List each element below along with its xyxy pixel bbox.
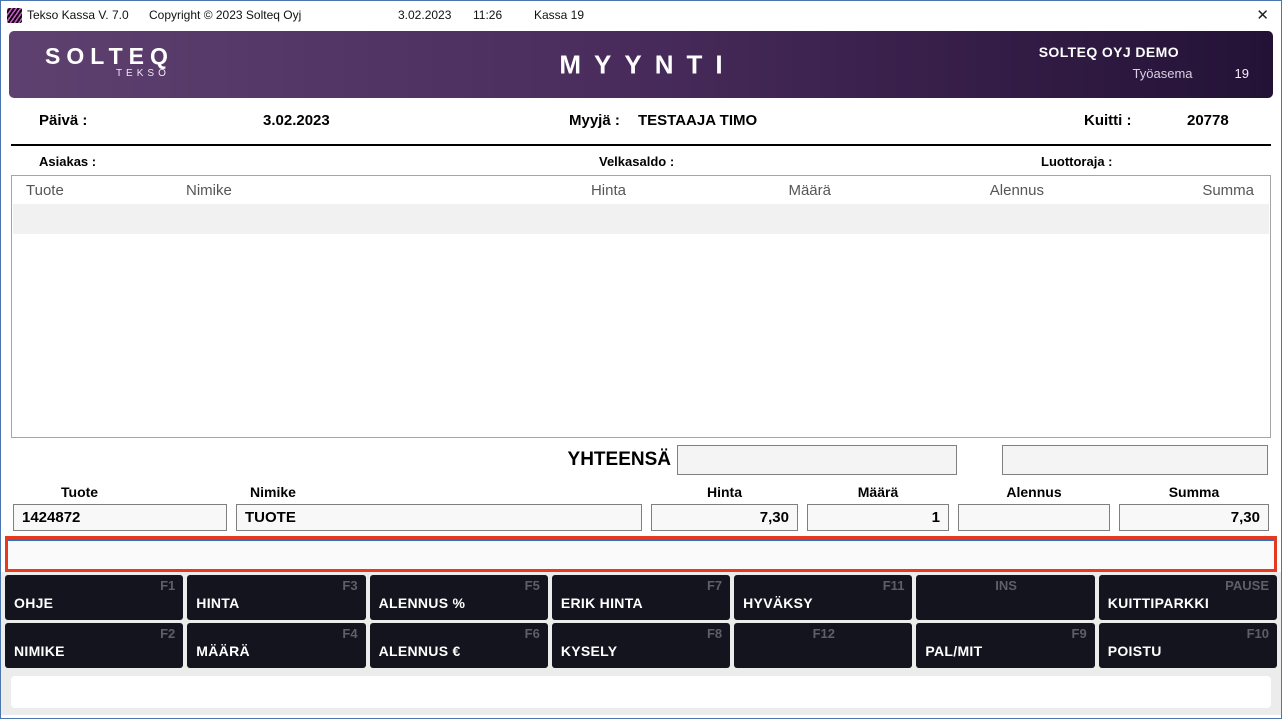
fkey-hint: F9: [925, 626, 1086, 641]
column-header-hinta: Hinta: [516, 182, 626, 199]
column-header-alennus: Alennus: [831, 182, 1044, 199]
function-keys-grid: F1 OHJE F3 HINTA F5 ALENNUS % F7 ERIK HI…: [5, 575, 1277, 668]
workstation-number: 19: [1235, 66, 1249, 81]
column-header-tuote: Tuote: [26, 182, 186, 199]
button-kysely[interactable]: F8 KYSELY: [552, 623, 730, 668]
solteq-logo: SOLTEQ TEKSO: [45, 44, 174, 79]
receipt-number: 20778: [1187, 112, 1229, 129]
copyright-text: Copyright © 2023 Solteq Oyj: [149, 8, 301, 22]
discount-field[interactable]: [958, 504, 1110, 531]
product-name-field[interactable]: TUOTE: [236, 504, 642, 531]
quantity-field[interactable]: 1: [807, 504, 949, 531]
button-pal-mit[interactable]: F9 PAL/MIT: [916, 623, 1094, 668]
secondary-amount-field: [1002, 445, 1268, 475]
entry-label-nimike: Nimike: [236, 484, 642, 504]
customer-info-row: Asiakas : Velkasaldo : Luottoraja :: [1, 146, 1281, 175]
empty-row-highlight: [13, 204, 1269, 234]
status-bar: [11, 676, 1271, 708]
page-title: MYYNTI: [546, 49, 735, 80]
titlebar-register: Kassa 19: [534, 8, 584, 22]
total-amount-field: [677, 445, 957, 475]
entry-col-nimike: Nimike TUOTE: [236, 484, 642, 531]
title-bar: Tekso Kassa V. 7.0 Copyright © 2023 Solt…: [1, 1, 1281, 29]
fkey-hint: F4: [196, 626, 357, 641]
header-right-block: SOLTEQ OYJ DEMO Työasema 19: [1039, 44, 1249, 81]
column-header-summa: Summa: [1044, 182, 1254, 199]
sum-field[interactable]: 7,30: [1119, 504, 1269, 531]
fkey-hint: F8: [561, 626, 722, 641]
customer-label: Asiakas :: [39, 154, 96, 169]
titlebar-time: 11:26: [473, 8, 502, 22]
fkey-hint: F10: [1108, 626, 1269, 641]
totals-row: YHTEENSÄ: [1, 438, 1281, 478]
entry-label-tuote: Tuote: [13, 484, 227, 504]
titlebar-date: 3.02.2023: [398, 8, 451, 22]
fkey-hint: INS: [925, 578, 1086, 593]
entry-fields-row: Tuote 1424872 Nimike TUOTE Hinta 7,30 Mä…: [1, 478, 1281, 531]
product-code-field[interactable]: 1424872: [13, 504, 227, 531]
app-header: SOLTEQ TEKSO MYYNTI SOLTEQ OYJ DEMO Työa…: [9, 31, 1273, 98]
app-window: Tekso Kassa V. 7.0 Copyright © 2023 Solt…: [0, 0, 1282, 719]
app-icon: [7, 8, 22, 23]
button-poistu[interactable]: F10 POISTU: [1099, 623, 1277, 668]
close-icon[interactable]: ✕: [1256, 8, 1269, 24]
button-ohje[interactable]: F1 OHJE: [5, 575, 183, 620]
workstation-label: Työasema: [1133, 66, 1193, 81]
table-body: [12, 234, 1270, 437]
fkey-hint: F2: [14, 626, 175, 641]
receipt-label: Kuitti :: [1084, 112, 1131, 129]
date-value: 3.02.2023: [263, 112, 330, 129]
button-alennus-prosentti[interactable]: F5 ALENNUS %: [370, 575, 548, 620]
command-input[interactable]: [8, 539, 1274, 569]
command-input-focus-frame: [5, 536, 1277, 572]
entry-label-alennus: Alennus: [958, 484, 1110, 504]
fkey-hint: F11: [743, 578, 904, 593]
table-header-row: Tuote Nimike Hinta Määrä Alennus Summa: [12, 176, 1270, 204]
total-label: YHTEENSÄ: [568, 449, 671, 471]
fkey-hint: F1: [14, 578, 175, 593]
fkey-hint: F3: [196, 578, 357, 593]
entry-label-hinta: Hinta: [651, 484, 798, 504]
column-header-nimike: Nimike: [186, 182, 516, 199]
button-hinta[interactable]: F3 HINTA: [187, 575, 365, 620]
workstation-info: Työasema 19: [1039, 66, 1249, 81]
button-ins[interactable]: INS: [916, 575, 1094, 620]
line-items-table: Tuote Nimike Hinta Määrä Alennus Summa: [11, 175, 1271, 438]
entry-col-hinta: Hinta 7,30: [651, 484, 798, 531]
logo-secondary-text: TEKSO: [45, 68, 174, 79]
entry-col-tuote: Tuote 1424872: [13, 484, 227, 531]
fkey-hint: F6: [379, 626, 540, 641]
window-title: Tekso Kassa V. 7.0: [27, 8, 129, 22]
fkey-hint: F12: [743, 626, 904, 641]
button-f12[interactable]: F12: [734, 623, 912, 668]
entry-label-summa: Summa: [1119, 484, 1269, 504]
entry-col-alennus: Alennus: [958, 484, 1110, 531]
logo-primary-text: SOLTEQ: [45, 44, 174, 68]
seller-label: Myyjä :: [569, 112, 620, 129]
debt-balance-label: Velkasaldo :: [599, 154, 674, 169]
button-erik-hinta[interactable]: F7 ERIK HINTA: [552, 575, 730, 620]
fkey-hint: F5: [379, 578, 540, 593]
button-alennus-euro[interactable]: F6 ALENNUS €: [370, 623, 548, 668]
column-header-maara: Määrä: [626, 182, 831, 199]
button-kuittiparkki[interactable]: PAUSE KUITTIPARKKI: [1099, 575, 1277, 620]
company-name: SOLTEQ OYJ DEMO: [1039, 44, 1179, 60]
button-hyvaksy[interactable]: F11 HYVÄKSY: [734, 575, 912, 620]
button-nimike[interactable]: F2 NIMIKE: [5, 623, 183, 668]
entry-col-summa: Summa 7,30: [1119, 484, 1269, 531]
sale-info-row: Päivä : 3.02.2023 Myyjä : TESTAAJA TIMO …: [1, 98, 1281, 144]
date-label: Päivä :: [39, 112, 87, 129]
fkey-hint: F7: [561, 578, 722, 593]
entry-label-maara: Määrä: [807, 484, 949, 504]
function-keys-section: F1 OHJE F3 HINTA F5 ALENNUS % F7 ERIK HI…: [1, 572, 1281, 715]
fkey-hint: PAUSE: [1108, 578, 1269, 593]
credit-limit-label: Luottoraja :: [1041, 154, 1113, 169]
button-maara[interactable]: F4 MÄÄRÄ: [187, 623, 365, 668]
entry-col-maara: Määrä 1: [807, 484, 949, 531]
price-field[interactable]: 7,30: [651, 504, 798, 531]
seller-value: TESTAAJA TIMO: [638, 112, 757, 129]
